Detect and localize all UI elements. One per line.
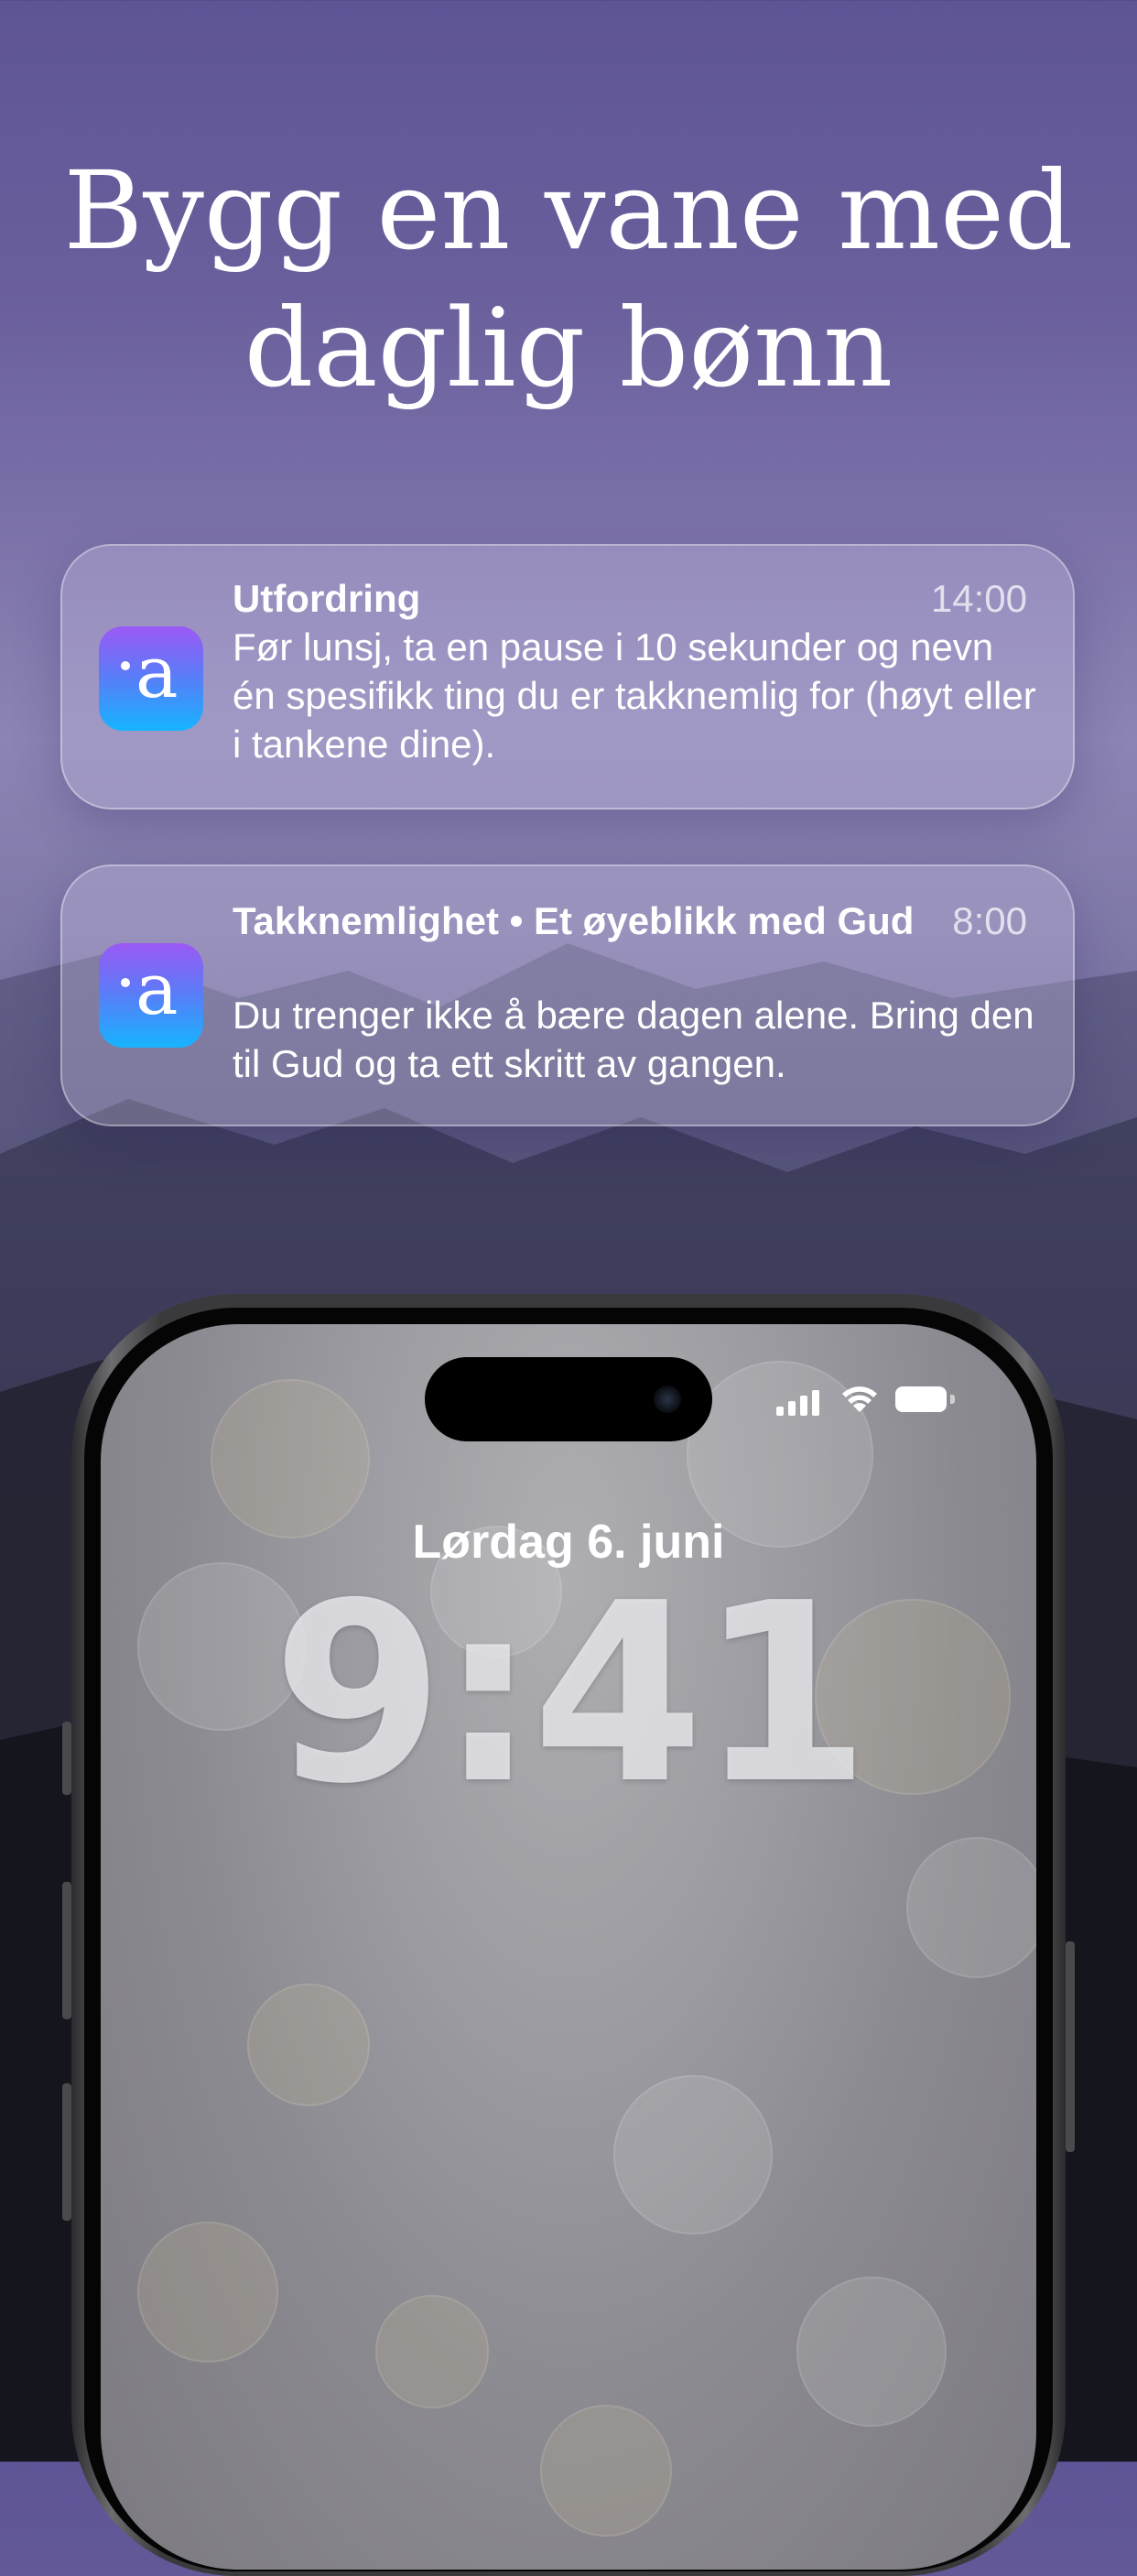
- notification-body: Du trenger ikke å bære dagen alene. Brin…: [233, 994, 1034, 1085]
- status-bar: [776, 1383, 959, 1419]
- camera-icon: [654, 1386, 681, 1413]
- signal-icon: [800, 1396, 807, 1416]
- bokeh-light: [540, 2405, 672, 2537]
- power-button: [1066, 1941, 1075, 2152]
- notification-title: Utfordring: [233, 577, 421, 620]
- icon-dot: [121, 661, 130, 670]
- battery-cap: [950, 1395, 955, 1404]
- notification-body: Før lunsj, ta en pause i 10 sekunder og …: [233, 625, 1036, 766]
- notification-time: 14:00: [930, 577, 1027, 620]
- signal-icon: [812, 1390, 819, 1416]
- signal-icon: [776, 1407, 784, 1416]
- wifi-icon: [842, 1386, 877, 1412]
- headline-line-2: daglig bønn: [244, 285, 893, 411]
- volume-up-button: [62, 1882, 71, 2019]
- bokeh-light: [796, 2277, 947, 2427]
- notification-time: 8:00: [952, 899, 1027, 942]
- bokeh-light: [906, 1837, 1036, 1978]
- notification-title: Takknemlighet • Et øyeblikk med Gud: [233, 899, 915, 942]
- bokeh-light: [247, 1984, 370, 2106]
- volume-down-button: [62, 2083, 71, 2221]
- lockscreen-clock: 9:41: [272, 1549, 871, 1838]
- notification-card[interactable]: a Utfordring 14:00 Før lunsj, ta en paus…: [60, 544, 1075, 810]
- app-a-icon: a: [99, 626, 203, 731]
- app-icon-glyph: a: [135, 949, 179, 1031]
- bokeh-light: [613, 2075, 773, 2234]
- icon-dot: [121, 978, 130, 987]
- notification-card[interactable]: a Takknemlighet • Et øyeblikk med Gud 8:…: [60, 864, 1075, 1126]
- headline-line-1: Bygg en vane med: [63, 147, 1074, 274]
- headline: Bygg en vane med daglig bønn: [0, 142, 1137, 417]
- bokeh-light: [375, 2295, 489, 2408]
- battery-icon: [895, 1386, 947, 1412]
- app-a-icon: a: [99, 943, 203, 1048]
- lockscreen-wallpaper: [101, 1324, 1036, 2570]
- signal-icon: [788, 1401, 796, 1416]
- dynamic-island: [425, 1357, 712, 1441]
- app-icon-glyph: a: [135, 632, 179, 714]
- bokeh-light: [137, 2222, 278, 2363]
